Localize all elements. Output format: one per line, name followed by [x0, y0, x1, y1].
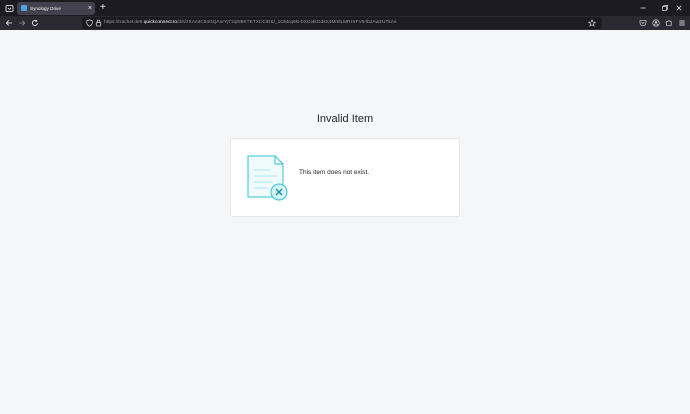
tab-list-icon: [5, 4, 13, 12]
lock-icon: [95, 19, 101, 27]
account-icon: [652, 19, 660, 27]
pocket-icon: [639, 20, 647, 27]
new-tab-button[interactable]: +: [100, 1, 106, 15]
tab-list-button[interactable]: [4, 3, 14, 13]
synology-drive-icon: [21, 5, 27, 11]
reload-icon: [32, 19, 38, 26]
tab-bar: Synology Drive × +: [0, 0, 690, 16]
extensions-button[interactable]: [664, 16, 674, 30]
close-icon: [676, 5, 682, 11]
error-message: This item does not exist.: [299, 169, 370, 176]
tab-synology-drive[interactable]: Synology Drive ×: [17, 2, 95, 15]
page-title: Invalid Item: [316, 113, 374, 125]
tracking-protection-button[interactable]: [85, 17, 93, 29]
bookmark-button[interactable]: [588, 17, 596, 29]
url-text[interactable]: https://rrachel.de5.quickconnect.to/d/s/…: [104, 17, 396, 29]
error-card: This item does not exist.: [230, 138, 460, 217]
app-menu-button[interactable]: [677, 16, 687, 30]
back-icon: [5, 20, 12, 26]
url-path: /d/s/zXAe4C54GQAnrYjT2qr89KTKTXCCiDS/_1G…: [177, 20, 397, 25]
forward-icon: [19, 20, 26, 26]
minimize-icon: [640, 7, 646, 9]
navigation-bar: https://rrachel.de5.quickconnect.to/d/s/…: [0, 16, 690, 30]
extensions-icon: [666, 20, 672, 26]
minimize-button[interactable]: [632, 0, 654, 16]
menu-icon: [679, 20, 685, 26]
tab-title: Synology Drive: [30, 6, 61, 11]
back-button[interactable]: [4, 16, 14, 30]
address-bar[interactable]: https://rrachel.de5.quickconnect.to/d/s/…: [82, 17, 602, 29]
url-host: quickconnect.to: [143, 20, 178, 25]
star-icon: [588, 19, 596, 27]
pocket-button[interactable]: [638, 16, 648, 30]
close-window-button[interactable]: [668, 0, 690, 16]
shield-icon: [86, 19, 92, 27]
forward-button[interactable]: [17, 16, 27, 30]
tab-close-button[interactable]: ×: [88, 2, 92, 15]
account-button[interactable]: [651, 16, 661, 30]
reload-button[interactable]: [30, 16, 40, 30]
invalid-document-icon: [247, 155, 288, 201]
url-prefix: https://rrachel.de5.: [104, 20, 144, 25]
site-info-button[interactable]: [94, 17, 102, 29]
